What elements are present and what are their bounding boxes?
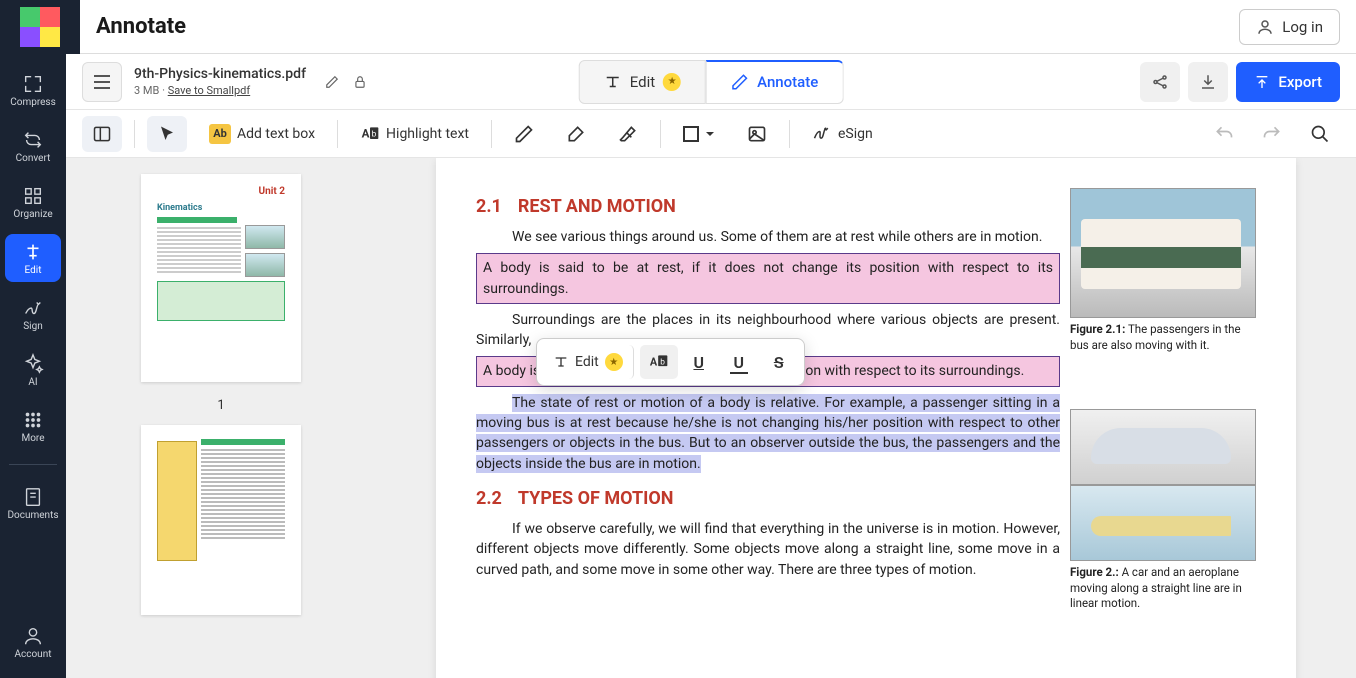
side-nav: Compress Convert Organize Edit Sign AI M… (0, 54, 66, 678)
redo-button[interactable] (1252, 116, 1292, 152)
thumbnail-page-1[interactable]: Unit 2 Kinematics (141, 174, 301, 382)
svg-text:b: b (372, 129, 377, 139)
undo-button[interactable] (1204, 116, 1244, 152)
float-highlight-button[interactable]: Ab (640, 345, 678, 379)
esign-tool[interactable]: eSign (802, 116, 883, 152)
paragraph: If we observe carefully, we will find th… (476, 519, 1060, 580)
section-heading: 2.1 REST AND MOTION (476, 196, 1060, 217)
export-button[interactable]: Export (1236, 62, 1340, 102)
svg-text:A: A (650, 355, 658, 368)
nav-more[interactable]: More (5, 402, 61, 450)
float-underline2-button[interactable]: U (720, 345, 758, 379)
nav-edit[interactable]: Edit (5, 234, 61, 282)
image-tool[interactable] (737, 116, 777, 152)
login-label: Log in (1282, 18, 1323, 36)
selected-paragraph[interactable]: The state of rest or motion of a body is… (476, 393, 1060, 474)
float-underline-button[interactable]: U (680, 345, 718, 379)
text-icon (553, 354, 569, 370)
premium-badge-icon: ★ (663, 73, 681, 91)
add-text-tool[interactable]: Ab Add text box (199, 116, 325, 152)
file-info: 9th-Physics-kinematics.pdf 3 MB · Save t… (134, 66, 306, 97)
user-icon (1256, 18, 1274, 36)
svg-text:b: b (660, 358, 665, 368)
pen-tool[interactable] (504, 116, 544, 152)
toolbar: Ab Add text box Ab Highlight text (66, 110, 1356, 158)
nav-documents[interactable]: Documents (5, 479, 61, 527)
rename-button[interactable] (318, 68, 346, 96)
figure-caption: Figure 2.: A car and an aeroplane moving… (1070, 565, 1256, 612)
marker-tool[interactable] (556, 116, 596, 152)
thumbnail-panel[interactable]: Unit 2 Kinematics (66, 158, 376, 678)
highlighted-box[interactable]: A body is said to be at rest, if it does… (476, 253, 1060, 304)
highlight-tool[interactable]: Ab Highlight text (350, 116, 479, 152)
toggle-panel-button[interactable] (82, 116, 122, 152)
figure-image-car (1070, 409, 1256, 485)
nav-sign[interactable]: Sign (5, 290, 61, 338)
search-button[interactable] (1300, 116, 1340, 152)
save-link[interactable]: Save to Smallpdf (168, 84, 250, 97)
pencil-icon (731, 73, 749, 91)
shape-tool[interactable] (673, 116, 725, 152)
upload-icon (1254, 74, 1270, 90)
page-view[interactable]: 2.1 REST AND MOTION We see various thing… (376, 158, 1356, 678)
tab-edit[interactable]: Edit ★ (579, 60, 706, 104)
nav-ai[interactable]: AI (5, 346, 61, 394)
nav-convert[interactable]: Convert (5, 122, 61, 170)
float-edit-button[interactable]: Edit ★ (543, 345, 634, 379)
text-icon (604, 73, 622, 91)
thumb-page-number: 1 (217, 398, 224, 413)
app-logo[interactable] (0, 0, 80, 54)
sign-icon (812, 125, 832, 143)
figure-image-bus (1070, 188, 1256, 318)
highlight-icon: Ab (360, 125, 380, 143)
top-bar: Annotate Log in (0, 0, 1356, 54)
page-title: Annotate (96, 14, 186, 39)
figure-caption: Figure 2.1: The passengers in the bus ar… (1070, 322, 1256, 353)
mode-tabs: Edit ★ Annotate (579, 60, 844, 104)
cursor-tool[interactable] (147, 116, 187, 152)
login-button[interactable]: Log in (1239, 9, 1340, 45)
nav-compress[interactable]: Compress (5, 66, 61, 114)
svg-text:A: A (362, 126, 370, 140)
tab-annotate[interactable]: Annotate (706, 60, 843, 104)
eraser-tool[interactable] (608, 116, 648, 152)
file-name: 9th-Physics-kinematics.pdf (134, 66, 306, 82)
document-page: 2.1 REST AND MOTION We see various thing… (436, 158, 1296, 678)
thumbnail-page-2[interactable] (141, 425, 301, 615)
nav-account[interactable]: Account (5, 618, 61, 666)
file-bar: 9th-Physics-kinematics.pdf 3 MB · Save t… (66, 54, 1356, 110)
chevron-down-icon (705, 129, 715, 139)
lock-button[interactable] (346, 68, 374, 96)
paragraph: We see various things around us. Some of… (476, 227, 1060, 247)
download-button[interactable] (1188, 62, 1228, 102)
selection-toolbar: Edit ★ Ab U U S (536, 338, 805, 386)
menu-button[interactable] (82, 62, 122, 102)
ab-icon: Ab (209, 124, 231, 144)
share-button[interactable] (1140, 62, 1180, 102)
float-strikethrough-button[interactable]: S (760, 345, 798, 379)
nav-organize[interactable]: Organize (5, 178, 61, 226)
square-icon (683, 126, 699, 142)
figure-image-plane (1070, 485, 1256, 561)
premium-badge-icon: ★ (605, 353, 623, 371)
section-heading: 2.2 TYPES OF MOTION (476, 488, 1060, 509)
file-meta: 3 MB · Save to Smallpdf (134, 84, 306, 97)
doc-area: Unit 2 Kinematics (66, 158, 1356, 678)
